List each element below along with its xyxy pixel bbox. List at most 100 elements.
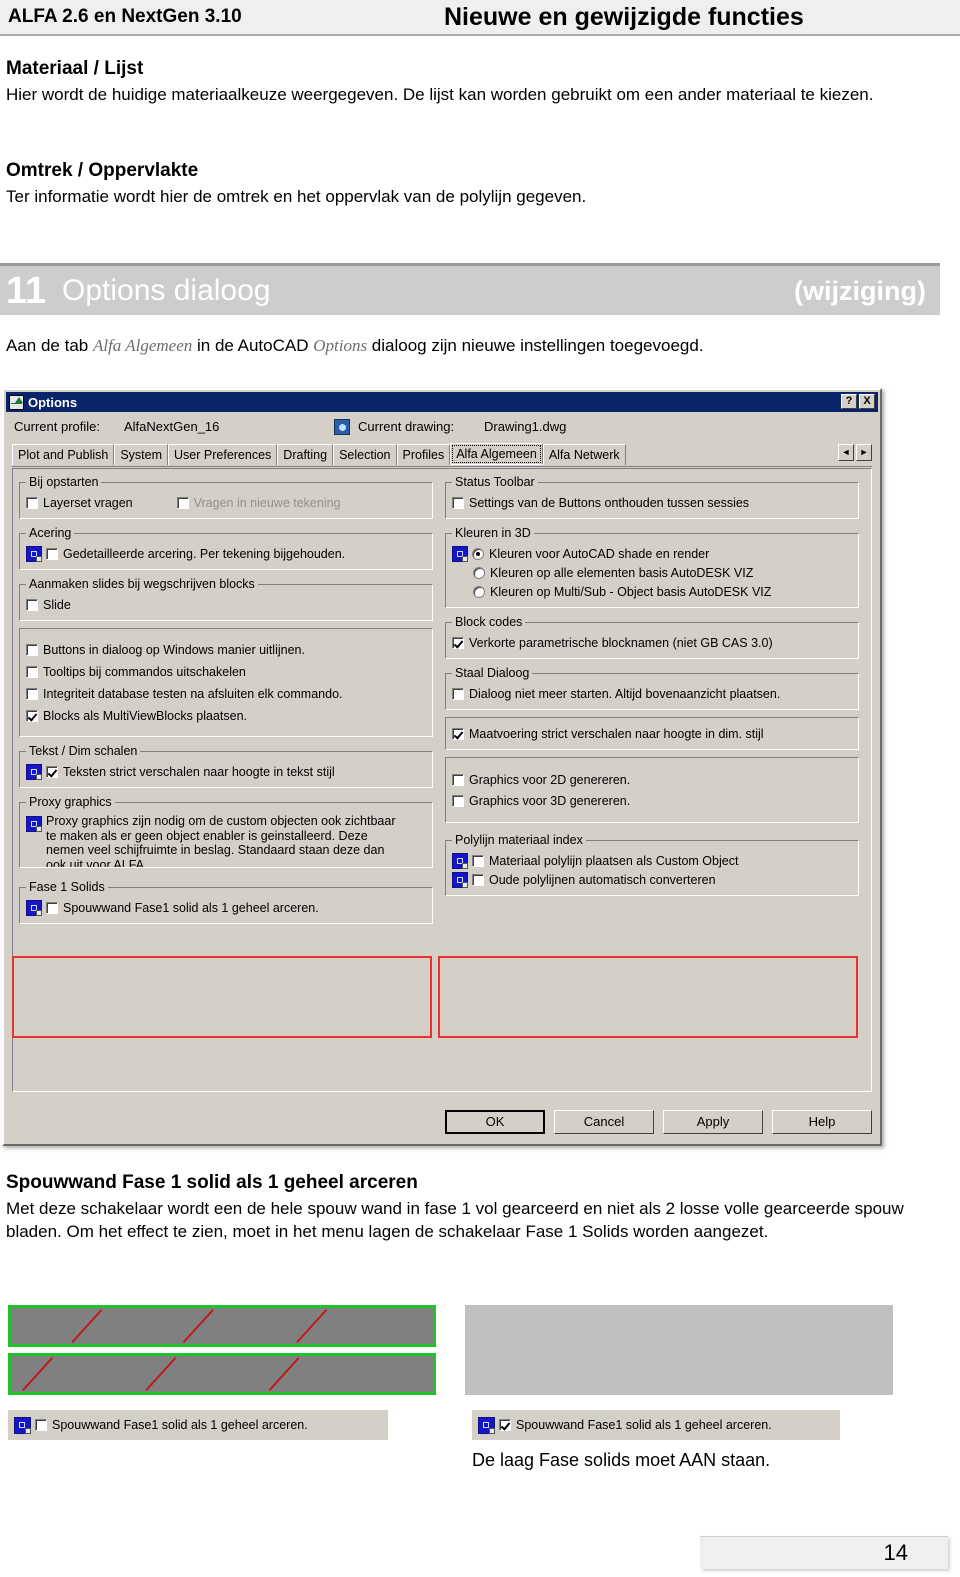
label-slide: Slide: [43, 597, 71, 612]
tab-scroll-buttons: ◄ ►: [838, 444, 872, 461]
group-legend: Proxy graphics: [29, 795, 112, 809]
label-settings-buttons-onthouden: Settings van de Buttons onthouden tussen…: [469, 495, 750, 510]
group-acering: Acering Gedetailleerde arcering. Per tek…: [19, 526, 433, 570]
radio-kleuren-alle-elementen[interactable]: [473, 566, 485, 579]
checkbox-spouwwand-fase1-on[interactable]: [499, 1419, 511, 1431]
checkbox-graphics-3d[interactable]: [452, 794, 464, 807]
row-dialoog-niet-meer-starten[interactable]: Dialoog niet meer starten. Altijd bovena…: [452, 685, 854, 702]
checkbox-layerset-vragen[interactable]: [26, 496, 38, 509]
checkbox-spouwwand-fase1-off[interactable]: [35, 1419, 47, 1431]
label-blocks-multiviewblocks: Blocks als MultiViewBlocks plaatsen.: [43, 708, 248, 723]
panel-right-column: Status Toolbar Settings van de Buttons o…: [445, 475, 859, 903]
row-spouwwand-fase1-solid[interactable]: Spouwwand Fase1 solid als 1 geheel arcer…: [26, 899, 428, 916]
dialog-panel: Bij opstarten Layerset vragen Vragen in …: [12, 468, 872, 1092]
tab-scroll-right-icon[interactable]: ►: [856, 444, 872, 461]
row-layerset-vragen[interactable]: Layerset vragen Vragen in nieuwe tekenin…: [26, 494, 428, 511]
label-layerset-vragen: Layerset vragen: [43, 495, 133, 510]
radio-kleuren-autocad-shade[interactable]: [472, 547, 484, 560]
row-kleuren-alle-elementen[interactable]: Kleuren op alle elementen basis AutoDESK…: [452, 564, 854, 581]
apply-button[interactable]: Apply: [663, 1110, 763, 1134]
group-bij-opstarten: Bij opstarten Layerset vragen Vragen in …: [19, 475, 433, 519]
help-icon[interactable]: ?: [841, 394, 857, 409]
row-graphics-2d[interactable]: Graphics voor 2D genereren.: [452, 771, 854, 788]
group-maatvoering: Maatvoering strict verschalen naar hoogt…: [445, 717, 859, 750]
group-legend: Staal Dialoog: [455, 666, 530, 680]
section-heading: Omtrek / Oppervlakte: [6, 160, 199, 181]
checkbox-buttons-windows-manier[interactable]: [26, 643, 38, 656]
section-body: Ter informatie wordt hier de omtrek en h…: [6, 187, 587, 206]
checkbox-blocks-multiviewblocks[interactable]: [26, 709, 38, 722]
label-gedetailleerde-arcering: Gedetailleerde arcering. Per tekening bi…: [63, 546, 346, 561]
checkbox-oude-polylijnen-converteren[interactable]: [472, 873, 484, 886]
alfa-setting-icon: [26, 899, 42, 916]
checkbox-slide[interactable]: [26, 598, 38, 611]
row-slide[interactable]: Slide: [26, 596, 428, 613]
label-vragen-in-nieuwe-tekening: Vragen in nieuwe tekening: [193, 495, 341, 510]
tab-system[interactable]: System: [114, 444, 169, 465]
page-footer: 14: [0, 1536, 960, 1577]
row-settings-buttons-onthouden[interactable]: Settings van de Buttons onthouden tussen…: [452, 494, 854, 511]
checkbox-dialoog-niet-meer-starten[interactable]: [452, 687, 464, 700]
dialog-button-row: OK Cancel Apply Help: [4, 1110, 872, 1134]
group-legend: Kleuren in 3D: [455, 526, 531, 540]
group-misc-options: Buttons in dialoog op Windows manier uit…: [19, 628, 433, 737]
mini-option-checked[interactable]: Spouwwand Fase1 solid als 1 geheel arcer…: [472, 1410, 840, 1440]
checkbox-maatvoering-strict-verschalen[interactable]: [452, 727, 464, 740]
autocad-options-icon: [9, 394, 24, 410]
row-blocks-multiviewblocks[interactable]: Blocks als MultiViewBlocks plaatsen.: [26, 707, 428, 724]
checkbox-materiaal-polylijn-custom-object[interactable]: [472, 854, 484, 867]
help-button[interactable]: Help: [772, 1110, 872, 1134]
tab-selection[interactable]: Selection: [333, 444, 397, 465]
row-integriteit-database[interactable]: Integriteit database testen na afsluiten…: [26, 685, 428, 702]
checkbox-settings-buttons-onthouden[interactable]: [452, 496, 464, 509]
tab-user-preferences[interactable]: User Preferences: [168, 444, 278, 465]
row-graphics-3d[interactable]: Graphics voor 3D genereren.: [452, 792, 854, 809]
checkbox-integriteit-database[interactable]: [26, 687, 38, 700]
header-product-version: ALFA 2.6 en NextGen 3.10: [8, 6, 242, 27]
tab-profiles[interactable]: Profiles: [396, 444, 451, 465]
checkbox-verkorte-blocknamen[interactable]: [452, 636, 464, 649]
label-spouwwand-fase1-solid: Spouwwand Fase1 solid als 1 geheel arcer…: [63, 900, 319, 915]
group-legend: Fase 1 Solids: [29, 880, 105, 894]
header-document-title: Nieuwe en gewijzigde functies: [444, 3, 804, 31]
row-tooltips-uitschakelen[interactable]: Tooltips bij commandos uitschakelen: [26, 663, 428, 680]
checkbox-vragen-in-nieuwe-tekening[interactable]: [176, 496, 189, 509]
group-polylijn-materiaal-index: Polylijn materiaal index Materiaal polyl…: [445, 833, 859, 896]
label-verkorte-blocknamen: Verkorte parametrische blocknamen (niet …: [469, 635, 773, 650]
row-oude-polylijnen-converteren[interactable]: Oude polylijnen automatisch converteren: [452, 871, 854, 888]
chapter-band: 11 Options dialoog (wijziging): [0, 263, 940, 315]
alfa-setting-icon: [452, 852, 468, 869]
tab-scroll-left-icon[interactable]: ◄: [838, 444, 854, 461]
row-kleuren-autocad-shade[interactable]: Kleuren voor AutoCAD shade en render: [452, 545, 854, 562]
checkbox-graphics-2d[interactable]: [452, 773, 464, 786]
label-graphics-2d: Graphics voor 2D genereren.: [469, 772, 631, 787]
row-buttons-windows-manier[interactable]: Buttons in dialoog op Windows manier uit…: [26, 641, 428, 658]
checkbox-spouwwand-fase1-solid[interactable]: [46, 901, 58, 914]
label-spouwwand-fase1-on: Spouwwand Fase1 solid als 1 geheel arcer…: [516, 1418, 772, 1432]
cancel-button[interactable]: Cancel: [554, 1110, 654, 1134]
chapter-title: Options dialoog: [62, 274, 271, 307]
row-materiaal-polylijn-custom-object[interactable]: Materiaal polylijn plaatsen als Custom O…: [452, 852, 854, 869]
dialog-tabstrip: Plot and Publish System User Preferences…: [12, 443, 872, 467]
tab-alfa-netwerk[interactable]: Alfa Netwerk: [542, 444, 626, 465]
group-status-toolbar: Status Toolbar Settings van de Buttons o…: [445, 475, 859, 519]
tab-plot-and-publish[interactable]: Plot and Publish: [12, 444, 115, 465]
ok-button[interactable]: OK: [445, 1110, 545, 1134]
text-proxy-graphics: Proxy graphics zijn nodig om de custom o…: [46, 814, 396, 868]
row-kleuren-multisub-object[interactable]: Kleuren op Multi/Sub - Object basis Auto…: [452, 583, 854, 600]
row-verkorte-blocknamen[interactable]: Verkorte parametrische blocknamen (niet …: [452, 634, 854, 651]
close-icon[interactable]: X: [859, 394, 875, 409]
mini-option-unchecked[interactable]: Spouwwand Fase1 solid als 1 geheel arcer…: [8, 1410, 388, 1440]
tab-drafting[interactable]: Drafting: [277, 444, 334, 465]
tab-alfa-algemeen[interactable]: Alfa Algemeen: [450, 443, 543, 465]
row-gedetailleerde-arcering[interactable]: Gedetailleerde arcering. Per tekening bi…: [26, 545, 428, 562]
checkbox-tooltips-uitschakelen[interactable]: [26, 665, 38, 678]
group-staal-dialoog: Staal Dialoog Dialoog niet meer starten.…: [445, 666, 859, 710]
radio-kleuren-multisub-object[interactable]: [473, 585, 485, 598]
row-maatvoering-strict-verschalen[interactable]: Maatvoering strict verschalen naar hoogt…: [452, 725, 854, 742]
row-teksten-strict-verschalen[interactable]: Teksten strict verschalen naar hoogte in…: [26, 763, 428, 780]
group-proxy-graphics: Proxy graphics Proxy graphics zijn nodig…: [19, 795, 433, 868]
checkbox-teksten-strict-verschalen[interactable]: [46, 765, 58, 778]
checkbox-gedetailleerde-arcering[interactable]: [46, 547, 58, 560]
group-legend: Aanmaken slides bij wegschrijven blocks: [29, 577, 255, 591]
